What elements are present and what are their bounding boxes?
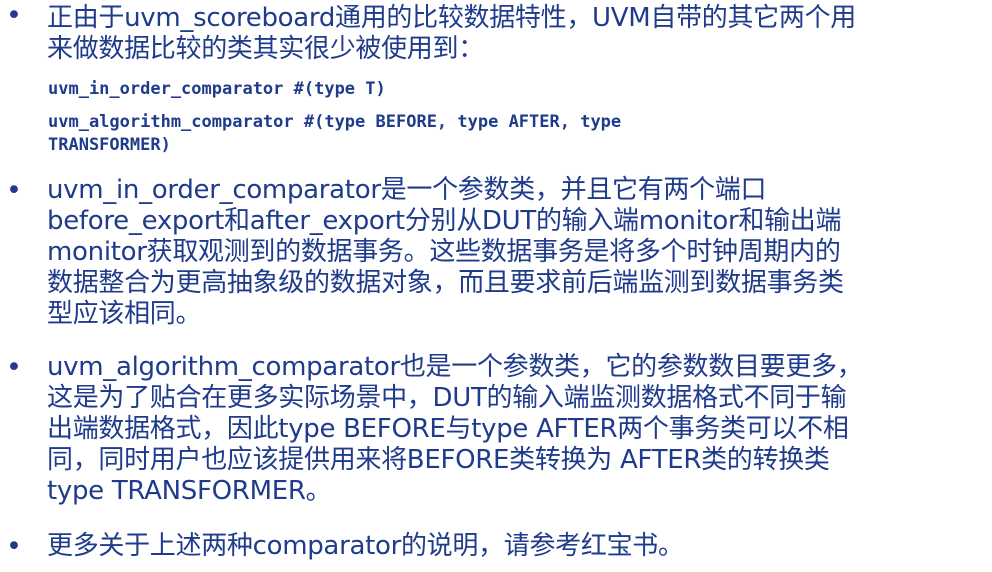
bullet-text: uvm_algorithm_comparator也是一个参数类，它的参数数目要更…: [47, 352, 977, 507]
text-line: 正由于uvm_scoreboard通用的比较数据特性，UVM自带的其它两个用: [47, 3, 856, 33]
text-line: 更多关于上述两种comparator的说明，请参考红宝书。: [47, 531, 684, 561]
text-line: 来做数据比较的类其实很少被使用到：: [47, 34, 484, 64]
text-line: monitor获取观测到的数据事务。这些数据事务是将多个时钟周期内的: [47, 237, 841, 267]
text-line: uvm_algorithm_comparator也是一个参数类，它的参数数目要更…: [47, 352, 863, 382]
text-line: 同，同时用户也应该提供用来将BEFORE类转换为 AFTER类的转换类: [47, 445, 830, 475]
bullet-text: 更多关于上述两种comparator的说明，请参考红宝书。: [47, 531, 977, 562]
text-line: before_export和after_export分别从DUT的输入端moni…: [47, 206, 842, 236]
code-text: uvm_algorithm_comparator #(type BEFORE, …: [48, 112, 622, 132]
bullet-marker: •: [6, 175, 22, 206]
bullet-text: 正由于uvm_scoreboard通用的比较数据特性，UVM自带的其它两个用 来…: [47, 3, 977, 65]
text-line: 型应该相同。: [47, 299, 202, 329]
text-line: 数据整合为更高抽象级的数据对象，而且要求前后端监测到数据事务类: [47, 268, 844, 298]
bullet-marker: •: [6, 352, 22, 383]
code-line-in-order: uvm_in_order_comparator #(type T): [48, 78, 948, 101]
text-line: 这是为了贴合在更多实际场景中，DUT的输入端监测数据格式不同于输: [47, 383, 847, 413]
text-line: type TRANSFORMER。: [47, 476, 332, 506]
code-text: TRANSFORMER): [48, 135, 171, 155]
bullet-text: uvm_in_order_comparator是一个参数类，并且它有两个端口 b…: [47, 175, 977, 330]
code-text: uvm_in_order_comparator #(type T): [48, 79, 386, 99]
text-line: 出端数据格式，因此type BEFORE与type AFTER两个事务类可以不相: [47, 414, 849, 444]
slide-content: • 正由于uvm_scoreboard通用的比较数据特性，UVM自带的其它两个用…: [0, 0, 992, 572]
code-line-algorithm: uvm_algorithm_comparator #(type BEFORE, …: [48, 111, 948, 157]
text-line: uvm_in_order_comparator是一个参数类，并且它有两个端口: [47, 175, 767, 205]
bullet-marker: •: [6, 531, 22, 562]
bullet-marker: •: [6, 0, 22, 31]
